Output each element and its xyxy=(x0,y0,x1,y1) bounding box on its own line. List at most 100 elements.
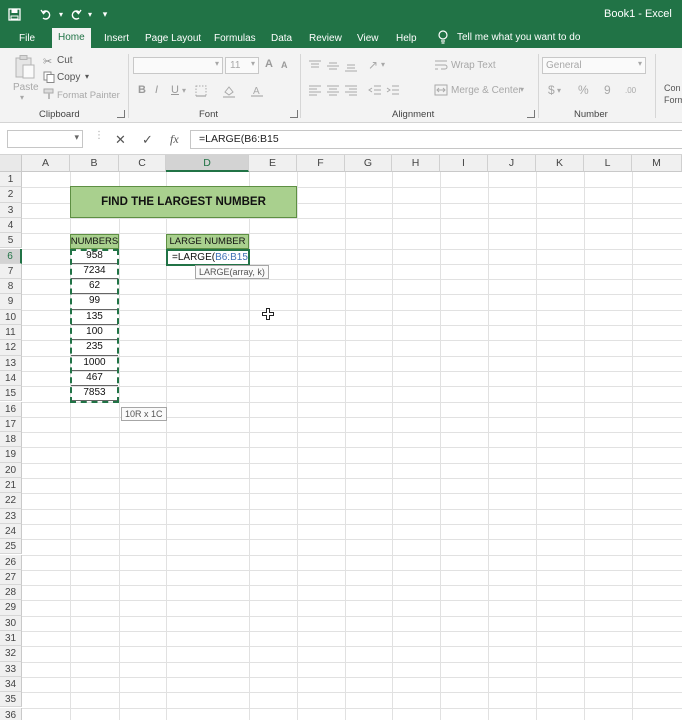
row-header-32[interactable]: 32 xyxy=(0,646,22,662)
paste-label[interactable]: Paste xyxy=(13,82,39,93)
column-header-a[interactable]: A xyxy=(22,155,70,172)
row-header-2[interactable]: 2 xyxy=(0,187,22,203)
row-header-28[interactable]: 28 xyxy=(0,585,22,601)
decrease-indent-icon[interactable] xyxy=(368,84,382,99)
tab-data[interactable]: Data xyxy=(271,31,292,48)
align-left-icon[interactable] xyxy=(308,84,322,99)
copy-icon[interactable] xyxy=(43,71,55,86)
row-header-1[interactable]: 1 xyxy=(0,172,22,188)
row-header-14[interactable]: 14 xyxy=(0,370,22,387)
row-header-9[interactable]: 9 xyxy=(0,294,22,310)
number-cell-b7[interactable]: 7234 xyxy=(71,264,118,280)
large-number-header-cell[interactable]: LARGE NUMBER xyxy=(166,234,249,249)
currency-dropdown-icon[interactable]: ▾ xyxy=(557,86,561,95)
format-painter-icon[interactable] xyxy=(43,88,55,103)
active-cell-d6[interactable]: =LARGE(B6:B15 xyxy=(166,249,250,266)
merge-center-button[interactable]: Merge & Center xyxy=(451,85,522,96)
font-name-box[interactable] xyxy=(133,57,223,74)
cancel-entry-button[interactable]: ✕ xyxy=(115,132,126,148)
row-header-29[interactable]: 29 xyxy=(0,600,22,616)
conditional-formatting-button[interactable]: Con Form xyxy=(664,82,682,106)
column-header-m[interactable]: M xyxy=(632,155,682,172)
numbers-header-cell[interactable]: NUMBERS xyxy=(70,234,119,249)
number-cell-b15[interactable]: 7853 xyxy=(71,386,118,402)
borders-icon[interactable] xyxy=(195,85,207,100)
row-header-19[interactable]: 19 xyxy=(0,447,22,463)
font-size-dropdown-icon[interactable]: ▾ xyxy=(251,59,255,68)
percent-button[interactable]: % xyxy=(578,83,589,97)
row-header-24[interactable]: 24 xyxy=(0,523,22,540)
row-header-11[interactable]: 11 xyxy=(0,325,22,341)
tab-file[interactable]: File xyxy=(19,31,35,48)
row-header-16[interactable]: 16 xyxy=(0,401,22,417)
formula-bar-grip[interactable]: ⋮ xyxy=(94,130,104,148)
tab-insert[interactable]: Insert xyxy=(104,31,129,48)
cut-button[interactable]: Cut xyxy=(57,55,73,66)
sheet-title-cell[interactable]: FIND THE LARGEST NUMBER xyxy=(70,186,297,218)
font-launcher-icon[interactable] xyxy=(290,110,298,118)
row-header-31[interactable]: 31 xyxy=(0,631,22,647)
lightbulb-icon[interactable] xyxy=(437,30,451,46)
row-header-7[interactable]: 7 xyxy=(0,263,22,280)
select-all-button[interactable] xyxy=(0,155,22,172)
number-cell-b9[interactable]: 99 xyxy=(71,294,118,310)
row-header-8[interactable]: 8 xyxy=(0,279,22,295)
row-header-12[interactable]: 12 xyxy=(0,340,22,356)
font-name-dropdown-icon[interactable]: ▾ xyxy=(215,59,219,68)
row-header-22[interactable]: 22 xyxy=(0,493,22,509)
wrap-text-button[interactable]: Wrap Text xyxy=(451,60,496,71)
column-header-d[interactable]: D xyxy=(166,155,249,172)
row-header-25[interactable]: 25 xyxy=(0,539,22,555)
row-header-4[interactable]: 4 xyxy=(0,217,22,234)
name-box-dropdown-icon[interactable]: ▾ xyxy=(74,132,79,143)
name-box[interactable]: ▾ xyxy=(7,130,83,148)
grow-font-button[interactable]: A xyxy=(265,58,273,70)
row-header-17[interactable]: 17 xyxy=(0,416,22,433)
font-color-icon[interactable]: A xyxy=(250,84,264,101)
align-center-icon[interactable] xyxy=(326,84,340,99)
merge-dropdown-icon[interactable]: ▾ xyxy=(520,85,524,94)
tab-page-layout[interactable]: Page Layout xyxy=(145,31,201,48)
row-header-34[interactable]: 34 xyxy=(0,676,22,693)
currency-button[interactable]: $ xyxy=(548,83,555,97)
align-right-icon[interactable] xyxy=(344,84,358,99)
column-header-l[interactable]: L xyxy=(584,155,632,172)
alignment-launcher-icon[interactable] xyxy=(527,110,535,118)
tab-view[interactable]: View xyxy=(357,31,379,48)
column-header-g[interactable]: G xyxy=(345,155,392,172)
underline-dropdown-icon[interactable]: ▾ xyxy=(182,86,186,95)
bold-button[interactable]: B xyxy=(138,84,146,96)
row-header-27[interactable]: 27 xyxy=(0,569,22,586)
row-header-5[interactable]: 5 xyxy=(0,233,22,249)
row-header-15[interactable]: 15 xyxy=(0,386,22,402)
paste-dropdown-icon[interactable]: ▾ xyxy=(20,93,24,102)
number-cell-b12[interactable]: 235 xyxy=(71,340,118,356)
tab-help[interactable]: Help xyxy=(396,31,417,48)
orientation-dropdown-icon[interactable]: ▾ xyxy=(381,60,385,69)
wrap-text-icon[interactable] xyxy=(434,59,448,74)
number-cell-b11[interactable]: 100 xyxy=(71,325,118,341)
number-cell-b8[interactable]: 62 xyxy=(71,279,118,295)
paste-icon[interactable] xyxy=(14,54,36,83)
number-cell-b10[interactable]: 135 xyxy=(71,310,118,325)
column-header-j[interactable]: J xyxy=(488,155,536,172)
shrink-font-button[interactable]: A xyxy=(281,60,288,70)
column-header-i[interactable]: I xyxy=(440,155,488,172)
italic-button[interactable]: I xyxy=(155,84,158,96)
tell-me-search[interactable]: Tell me what you want to do xyxy=(457,32,580,43)
number-cell-b13[interactable]: 1000 xyxy=(71,356,118,371)
number-cell-b14[interactable]: 467 xyxy=(71,371,118,387)
number-format-dropdown-icon[interactable]: ▾ xyxy=(638,59,642,68)
tab-home[interactable]: Home xyxy=(52,28,91,48)
formula-input[interactable]: =LARGE(B6:B15 xyxy=(190,130,682,149)
row-header-26[interactable]: 26 xyxy=(0,554,22,570)
column-header-h[interactable]: H xyxy=(392,155,440,172)
tab-review[interactable]: Review xyxy=(309,31,342,48)
decrease-decimal-icon[interactable]: .00 xyxy=(625,84,641,99)
fill-color-icon[interactable] xyxy=(222,85,236,101)
bottom-align-icon[interactable] xyxy=(344,60,358,75)
column-header-b[interactable]: B xyxy=(70,155,119,172)
column-header-e[interactable]: E xyxy=(249,155,297,172)
increase-indent-icon[interactable] xyxy=(386,84,400,99)
top-align-icon[interactable] xyxy=(308,60,322,75)
